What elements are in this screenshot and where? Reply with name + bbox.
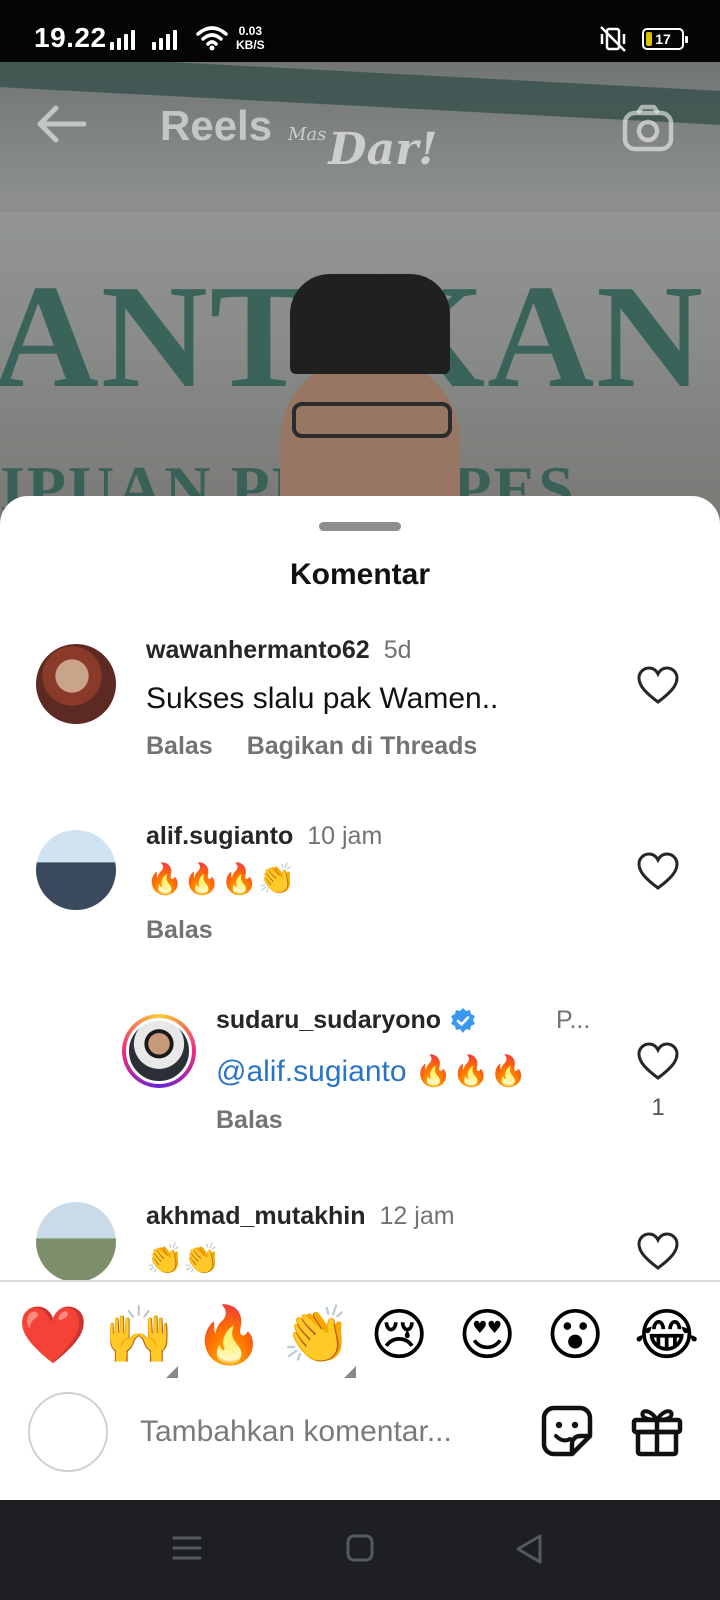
- comment-username-text[interactable]: alif.sugianto: [146, 822, 293, 850]
- comment-actions: Balas Bagikan di Threads: [146, 732, 477, 761]
- reply-button[interactable]: Balas: [146, 916, 213, 944]
- comment-text: @alif.sugianto 🔥🔥🔥: [216, 1054, 527, 1089]
- reply-button[interactable]: Balas: [216, 1106, 283, 1134]
- battery-level: 17: [655, 31, 671, 47]
- comment-actions: Balas: [216, 1106, 283, 1135]
- battery-icon: 17: [642, 28, 688, 50]
- sheet-title: Komentar: [289, 558, 431, 591]
- comment-text-body: 🔥🔥🔥: [406, 1055, 527, 1088]
- comment-time: 12 jam: [379, 1202, 455, 1230]
- share-threads-button[interactable]: Bagikan di Threads: [247, 732, 478, 760]
- comment-username-text[interactable]: wawanhermanto62: [146, 636, 370, 664]
- comment-time: 5d: [383, 636, 412, 664]
- camera-icon[interactable]: [622, 104, 674, 152]
- avatar-story-ring[interactable]: [122, 1014, 196, 1088]
- comment-username-text[interactable]: akhmad_mutakhin: [146, 1202, 366, 1230]
- own-avatar: [28, 1392, 108, 1472]
- emoji-variants-indicator: [344, 1366, 356, 1378]
- comment-input-row: [0, 1392, 720, 1500]
- comment-time-truncated: P...: [556, 1006, 591, 1034]
- reels-title: Reels: [160, 102, 273, 149]
- comment-text: 🔥🔥🔥👏: [146, 863, 296, 896]
- back-arrow-icon[interactable]: [34, 104, 90, 144]
- comment-input[interactable]: [140, 1410, 520, 1454]
- like-count: 1: [651, 1094, 665, 1121]
- back-icon[interactable]: [514, 1534, 544, 1564]
- comment-text: 👏👏: [146, 1243, 221, 1276]
- comment-actions: Balas: [146, 916, 213, 945]
- watermark-logo: MasDar!: [288, 124, 438, 175]
- vibrate-off-icon: [600, 26, 626, 52]
- drag-handle[interactable]: [319, 522, 401, 531]
- comment-text: Sukses slalu pak Wamen..: [146, 682, 499, 715]
- emoji-fire[interactable]: 🔥: [194, 1304, 264, 1368]
- verified-badge-icon: [451, 1008, 476, 1034]
- emoji-clapping[interactable]: 👏: [282, 1304, 352, 1368]
- menu-icon[interactable]: [172, 1534, 202, 1562]
- mention-link[interactable]: @alif.sugianto: [216, 1055, 407, 1088]
- emoji-raising-hands[interactable]: 🙌: [104, 1304, 174, 1368]
- reply-button[interactable]: Balas: [146, 732, 213, 760]
- status-time: 19.22: [34, 22, 107, 53]
- gift-icon[interactable]: [630, 1404, 684, 1458]
- comment-username[interactable]: sudaru_sudaryono: [216, 1006, 477, 1035]
- emoji-crying[interactable]: 😢: [370, 1304, 428, 1368]
- sticker-icon[interactable]: [540, 1404, 594, 1458]
- wifi-icon: [196, 26, 228, 51]
- emoji-heart-eyes[interactable]: 😍: [458, 1304, 516, 1368]
- watermark-small: Mas: [288, 124, 327, 145]
- comment-username-text[interactable]: sudaru_sudaryono: [216, 1006, 441, 1034]
- system-nav-bar: [0, 1500, 720, 1600]
- heart-icon[interactable]: [636, 1042, 680, 1082]
- comment-item: akhmad_mutakhin 12 jam 👏👏: [0, 1202, 720, 1280]
- comments-sheet: Komentar wawanhermanto62 5d Sukses slalu …: [0, 496, 720, 1500]
- emoji-variants-indicator: [166, 1366, 178, 1378]
- comment-username[interactable]: wawanhermanto62 5d: [146, 636, 412, 665]
- watermark-main: Dar!: [328, 124, 438, 175]
- emoji-heart[interactable]: ❤️: [18, 1304, 88, 1368]
- avatar[interactable]: [36, 1202, 116, 1280]
- comment-username[interactable]: alif.sugianto 10 jam: [146, 822, 382, 851]
- network-speed-unit: KB/S: [236, 38, 265, 52]
- signal-icon: [110, 28, 135, 50]
- comment-time: 10 jam: [307, 822, 383, 850]
- network-speed-value: 0.03: [238, 24, 263, 38]
- heart-icon[interactable]: [636, 666, 680, 706]
- avatar: [126, 1018, 192, 1084]
- comment-username[interactable]: akhmad_mutakhin 12 jam: [146, 1202, 455, 1231]
- network-speed: 0.03 KB/S: [236, 24, 265, 52]
- emoji-quick-bar: ❤️ 🙌 🔥 👏 😢 😍 😮 😂: [0, 1282, 720, 1392]
- home-icon[interactable]: [346, 1534, 374, 1562]
- emoji-surprised[interactable]: 😮: [546, 1304, 604, 1368]
- avatar[interactable]: [36, 644, 116, 724]
- avatar[interactable]: [36, 830, 116, 910]
- heart-icon[interactable]: [636, 852, 680, 892]
- heart-icon[interactable]: [636, 1232, 680, 1272]
- emoji-laughing[interactable]: 😂: [634, 1304, 699, 1368]
- signal-icon-2: [152, 28, 177, 50]
